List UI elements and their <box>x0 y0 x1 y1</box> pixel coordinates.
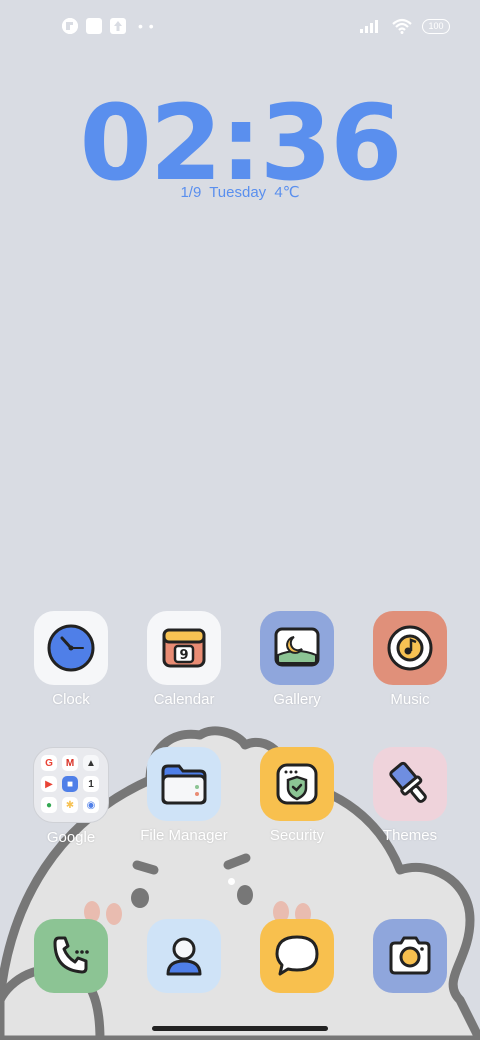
app-label: Calendar <box>153 691 215 708</box>
music-icon <box>373 611 447 685</box>
app-music[interactable]: Music <box>360 611 460 708</box>
app-label: Gallery <box>273 691 321 708</box>
app-label: Security <box>269 827 325 844</box>
app-themes[interactable]: Themes <box>360 747 460 844</box>
notification-icons: • • <box>62 18 155 34</box>
square-notification-icon <box>86 18 102 34</box>
app-file-manager[interactable]: File Manager <box>134 747 234 844</box>
dock-camera[interactable] <box>360 919 460 993</box>
phone-icon <box>34 919 108 993</box>
folder-icon: G M ▲ ▶ ■ 1 ● ✱ ◉ <box>33 747 109 823</box>
app-calendar[interactable]: 9 Calendar <box>134 611 234 708</box>
camera-icon <box>373 919 447 993</box>
file-manager-icon <box>147 747 221 821</box>
signal-icon <box>360 20 378 33</box>
date-weekday: Tuesday <box>209 184 267 201</box>
messages-icon <box>260 919 334 993</box>
app-gallery[interactable]: Gallery <box>247 611 347 708</box>
battery-icon: 100 <box>422 18 450 34</box>
svg-text:9: 9 <box>179 648 188 663</box>
security-icon <box>260 747 334 821</box>
clock-icon <box>34 611 108 685</box>
themes-icon <box>373 747 447 821</box>
weather-temperature: 4℃ <box>274 184 300 201</box>
assistant-icon: ◉ <box>83 797 99 813</box>
gmail-icon: M <box>62 755 78 771</box>
home-indicator[interactable] <box>152 1026 328 1031</box>
app-label: File Manager <box>140 827 228 844</box>
youtube-icon: ▶ <box>41 776 57 792</box>
wifi-icon <box>392 18 412 34</box>
page-indicator[interactable] <box>228 878 235 885</box>
date-day: 1/9 <box>180 184 202 201</box>
dock-phone[interactable] <box>21 919 121 993</box>
dock-contacts[interactable] <box>134 919 234 993</box>
drive-icon: ▲ <box>83 755 99 771</box>
meet-icon: ■ <box>62 776 78 792</box>
more-dots-icon: • • <box>138 18 155 34</box>
calendar-icon: 9 <box>147 611 221 685</box>
app-google-folder[interactable]: G M ▲ ▶ ■ 1 ● ✱ ◉ Google <box>21 747 121 846</box>
folder-grid: G M ▲ ▶ ■ 1 ● ✱ ◉ <box>41 755 101 815</box>
clock-date[interactable]: 1/9 Tuesday 4℃ <box>0 183 480 201</box>
upload-notification-icon <box>110 18 126 34</box>
app-security[interactable]: Security <box>247 747 347 844</box>
status-bar: • • 100 <box>0 0 480 56</box>
app-label: Music <box>390 691 430 708</box>
chrome-icon: ● <box>41 797 57 813</box>
system-status-icons: 100 <box>360 18 450 34</box>
google-app-icon: G <box>41 755 57 771</box>
photos-icon: ✱ <box>62 797 78 813</box>
app-clock[interactable]: Clock <box>21 611 121 708</box>
app-label: Google <box>46 829 96 846</box>
contacts-icon <box>147 919 221 993</box>
app-label: Clock <box>52 691 90 708</box>
dock-messages[interactable] <box>247 919 347 993</box>
gallery-icon <box>260 611 334 685</box>
notification-app-icon <box>62 18 78 34</box>
one-icon: 1 <box>83 776 99 792</box>
app-label: Themes <box>382 827 438 844</box>
